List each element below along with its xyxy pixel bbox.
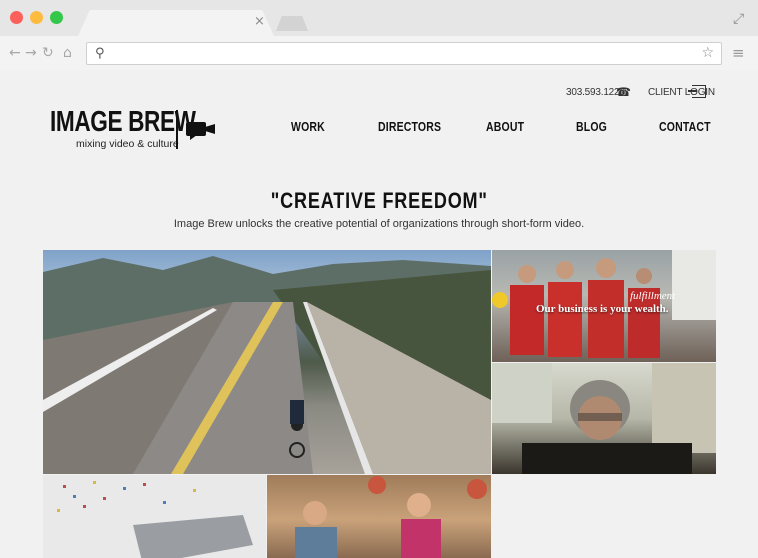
forward-icon[interactable]: → (25, 45, 37, 61)
reload-icon[interactable]: ↻ (42, 45, 54, 61)
page-subheadline: Image Brew unlocks the creative potentia… (173, 218, 585, 230)
home-icon[interactable]: ⌂ (63, 45, 72, 61)
web-page: 303.593.1226 ☎ CLIENT LOGIN IMAGE BREW m… (0, 70, 758, 558)
team-overlay-text: Our business is your wealth. (536, 303, 669, 315)
logo-divider (176, 110, 178, 149)
address-bar[interactable]: ⚲ ☆ (86, 42, 722, 65)
browser-tab[interactable] (78, 10, 274, 36)
maximize-window-button[interactable] (50, 11, 63, 24)
nav-directors[interactable]: DIRECTORS (378, 120, 441, 134)
search-icon: ⚲ (95, 46, 105, 61)
new-tab-button[interactable] (276, 16, 308, 31)
kids-workshop-image (295, 476, 487, 558)
video-camera-lens-icon (205, 124, 215, 134)
tab-close-icon[interactable]: × (254, 14, 265, 29)
bookmark-star-icon[interactable]: ☆ (701, 45, 714, 61)
nav-work[interactable]: WORK (291, 120, 325, 134)
confetti-image (57, 481, 253, 558)
team-script-overlay: fulfillment (630, 290, 676, 302)
page-headline: "CREATIVE FREEDOM" (270, 188, 488, 213)
minimize-window-button[interactable] (30, 11, 43, 24)
video-camera-icon (186, 122, 206, 136)
fullscreen-icon[interactable]: ⤢ (733, 11, 744, 27)
man-portrait-image (492, 363, 716, 474)
video-tile-kids[interactable] (267, 475, 491, 558)
address-input[interactable] (115, 45, 685, 62)
video-tile-man[interactable] (492, 363, 716, 474)
nav-about[interactable]: ABOUT (486, 120, 524, 134)
cyclist-road-image (43, 256, 491, 474)
close-window-button[interactable] (10, 11, 23, 24)
video-tile-confetti[interactable] (43, 475, 266, 558)
video-camera-tail-icon (190, 135, 197, 140)
logo-tagline: mixing video & culture (76, 138, 179, 150)
nav-blog[interactable]: BLOG (576, 120, 607, 134)
login-icon[interactable] (688, 85, 706, 98)
browser-menu-icon[interactable]: ≡ (732, 44, 745, 62)
telephone-icon: ☎ (616, 85, 631, 99)
nav-contact[interactable]: CONTACT (659, 120, 711, 134)
back-icon[interactable]: ← (9, 45, 21, 61)
logo-wordmark[interactable]: IMAGE BREW (50, 106, 196, 139)
video-tile-team[interactable]: fulfillment Our business is your wealth. (492, 250, 716, 362)
video-tile-cyclist[interactable] (43, 250, 491, 474)
